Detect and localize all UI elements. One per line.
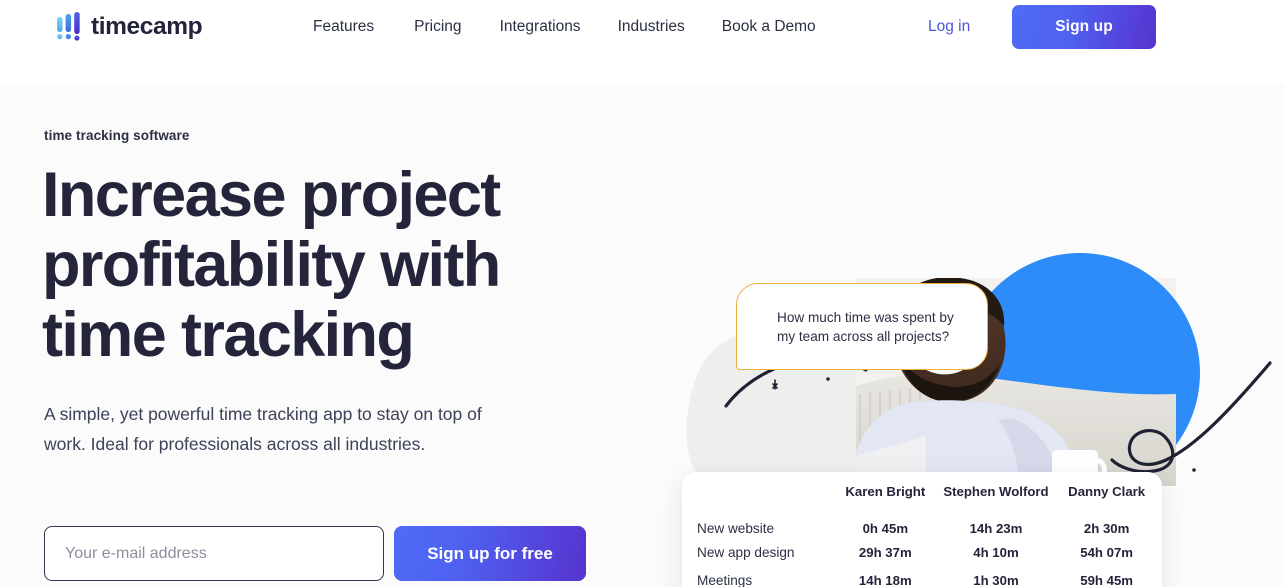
table-row: New website 0h 45m 14h 23m 2h 30m [682,510,1162,538]
nav-item-integrations[interactable]: Integrations [500,17,581,37]
column-header-karen: Karen Bright [845,483,926,499]
main-navigation: Features Pricing Integrations Industries… [313,17,816,37]
dot-bottom [1192,468,1196,472]
time-report-table: Karen Bright Stephen Wolford Danny Clark… [682,472,1162,587]
cell-new-website-danny: 2h 30m [1083,520,1130,536]
row-label-new-app-design: New app design [697,544,795,560]
table-body: New website 0h 45m 14h 23m 2h 30m New ap… [682,510,1162,587]
time-report-card: Karen Bright Stephen Wolford Danny Clark… [682,472,1162,587]
cell-meetings-stephen: 1h 30m [973,572,1019,587]
column-header-danny: Danny Clark [1068,483,1146,499]
cell-new-app-design-karen: 29h 37m [858,544,912,560]
hero-eyebrow: time tracking software [44,128,190,143]
login-link[interactable]: Log in [928,17,970,37]
nav-item-features[interactable]: Features [313,17,374,37]
timecamp-bars-logo-icon [57,12,80,41]
landing-page: timecamp Features Pricing Integrations I… [0,0,1284,587]
table-header-row: Karen Bright Stephen Wolford Danny Clark [682,472,1162,510]
column-header-stephen: Stephen Wolford [943,483,1049,499]
column-header-blank [682,472,830,510]
dot-right [826,377,830,381]
site-header: timecamp Features Pricing Integrations I… [0,0,1284,84]
email-input[interactable] [44,526,384,581]
cell-new-website-stephen: 14h 23m [969,520,1023,536]
nav-item-pricing[interactable]: Pricing [414,17,461,37]
signup-button[interactable]: Sign up [1012,5,1156,49]
hero-headline: Increase project profitability with time… [42,160,501,370]
cell-new-app-design-danny: 54h 07m [1080,544,1134,560]
hero-illustration: How much time was spent by my team acros… [660,168,1284,587]
hero-section: time tracking software Increase project … [0,84,1284,587]
table-row: New app design 29h 37m 4h 10m 54h 07m [682,538,1162,566]
table-head: Karen Bright Stephen Wolford Danny Clark [682,472,1162,510]
row-label-new-website: New website [697,520,775,536]
timecamp-logo[interactable]: timecamp [56,12,203,42]
hero-subhead: A simple, yet powerful time tracking app… [44,404,482,454]
table-row: Meetings 14h 18m 1h 30m 59h 45m [682,566,1162,587]
signup-for-free-button[interactable]: Sign up for free [394,526,586,581]
hero-signup-form: Sign up for free [44,526,586,581]
speech-bubble: How much time was spent by my team acros… [736,283,988,370]
cell-meetings-karen: 14h 18m [858,572,912,587]
cell-meetings-danny: 59h 45m [1080,572,1134,587]
speech-bubble-text: How much time was spent by my team acros… [777,309,954,344]
cell-new-app-design-stephen: 4h 10m [973,544,1019,560]
nav-item-book-a-demo[interactable]: Book a Demo [722,17,816,37]
cell-new-website-karen: 0h 45m [862,520,909,536]
logo-wordmark: timecamp [91,12,203,40]
nav-item-industries[interactable]: Industries [618,17,685,37]
row-label-meetings: Meetings [697,572,753,587]
